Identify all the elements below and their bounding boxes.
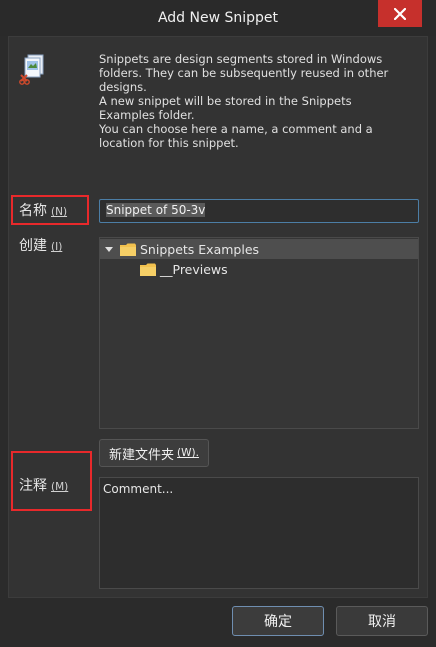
comment-label-text: 注释 <box>19 478 47 494</box>
location-tree[interactable]: Snippets Examples __Previews <box>99 237 419 429</box>
name-label: 名称 (N) <box>19 200 67 220</box>
close-button[interactable] <box>378 0 422 27</box>
cancel-button[interactable]: 取消 <box>336 606 428 636</box>
name-input-value: Snippet of 50-3v <box>106 203 206 217</box>
title-bar: Add New Snippet <box>0 0 436 36</box>
tree-item-snippets-examples[interactable]: Snippets Examples <box>100 239 418 259</box>
new-folder-button[interactable]: 新建文件夹 (W). <box>99 439 209 467</box>
tree-item-label: Snippets Examples <box>140 241 260 257</box>
tree-item-label: __Previews <box>160 261 228 277</box>
name-input[interactable]: Snippet of 50-3v <box>99 199 419 223</box>
close-icon <box>394 7 406 20</box>
name-label-accel: (N) <box>51 206 68 218</box>
dialog-panel: Snippets are design segments stored in W… <box>8 36 428 598</box>
folder-icon <box>120 243 136 256</box>
window-title: Add New Snippet <box>157 10 279 26</box>
comment-label-accel: (M) <box>51 481 69 493</box>
tree-item-previews[interactable]: __Previews <box>100 259 418 279</box>
comment-label: 注释 (M) <box>19 475 68 495</box>
expand-triangle-icon[interactable] <box>104 244 114 254</box>
ok-button[interactable]: 确定 <box>232 606 324 636</box>
name-label-text: 名称 <box>19 203 47 219</box>
new-folder-label: 新建文件夹 <box>109 447 175 463</box>
dialog-description: Snippets are design segments stored in W… <box>99 52 389 150</box>
snippet-icon <box>19 54 44 85</box>
location-label: 创建 (I) <box>19 235 62 255</box>
location-label-accel: (I) <box>51 241 63 253</box>
folder-icon <box>140 263 156 276</box>
location-label-text: 创建 <box>19 238 47 254</box>
new-folder-accel: (W). <box>177 447 199 459</box>
comment-textarea[interactable]: Comment... <box>99 477 419 589</box>
